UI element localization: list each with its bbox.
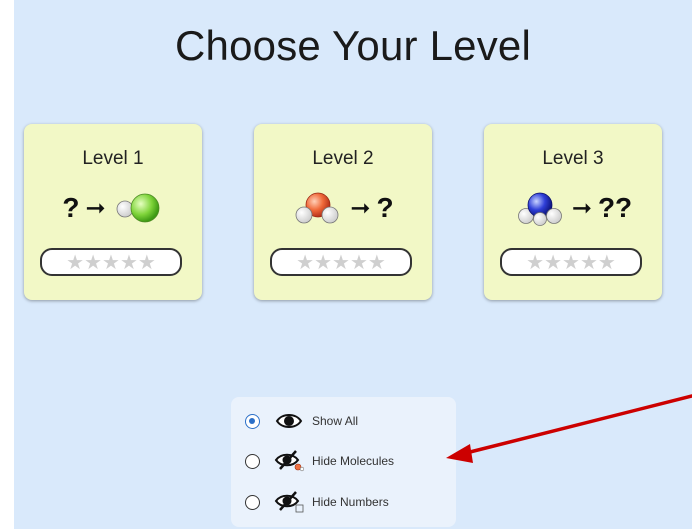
level-2-formula: ➞ ? (254, 188, 432, 228)
level-1-formula: ? ➞ (24, 188, 202, 228)
page-title: Choose Your Level (174, 22, 531, 69)
level-1-unknown-reactant: ? (62, 192, 80, 223)
level-3-unknown-products: ?? (597, 192, 633, 223)
show-all-label: Show All (312, 414, 359, 428)
level-selection-screen: Choose Your Level Level 1 ? ➞ ★★★★★ Leve… (14, 0, 692, 529)
hide-numbers-option[interactable]: Hide Numbers (245, 490, 389, 514)
reaction-arrow-icon: ➞ (85, 194, 106, 222)
hide-numbers-label: Hide Numbers (312, 495, 389, 509)
view-options-panel: Show All Hide Molecules Hide Numbers (231, 397, 456, 527)
hide-molecules-option[interactable]: Hide Molecules (245, 449, 394, 473)
reaction-arrow-icon: ➞ (571, 194, 592, 222)
level-3-formula: ➞ ?? (484, 188, 662, 228)
level-2-stars: ★★★★★ (296, 251, 386, 274)
hide-molecules-icon (274, 450, 304, 472)
ammonia-molecule-icon (517, 192, 562, 226)
level-2-card[interactable]: Level 2 ➞ ? ★★★★★ (254, 124, 432, 300)
level-3-card[interactable]: Level 3 ➞ ?? ★★★★★ (484, 124, 662, 300)
water-molecule-icon (295, 192, 339, 224)
hcl-molecule-icon (116, 193, 160, 223)
level-2-unknown-product: ? (376, 192, 394, 223)
show-all-radio[interactable] (245, 413, 260, 429)
level-3-label: Level 3 (542, 148, 604, 169)
level-3-stars: ★★★★★ (526, 251, 616, 274)
hide-numbers-icon (274, 491, 304, 513)
level-1-star-rating: ★★★★★ (40, 248, 182, 276)
level-3-star-rating: ★★★★★ (500, 248, 642, 276)
level-1-label: Level 1 (82, 148, 144, 169)
level-1-stars: ★★★★★ (66, 251, 156, 274)
eye-icon (275, 414, 303, 428)
hide-numbers-radio[interactable] (245, 494, 260, 510)
hide-molecules-label: Hide Molecules (312, 454, 395, 468)
level-2-label: Level 2 (312, 148, 374, 169)
show-all-option[interactable]: Show All (245, 409, 358, 433)
reaction-arrow-icon: ➞ (350, 194, 371, 222)
level-2-star-rating: ★★★★★ (270, 248, 412, 276)
hide-molecules-radio[interactable] (245, 453, 260, 469)
level-1-card[interactable]: Level 1 ? ➞ ★★★★★ (24, 124, 202, 300)
